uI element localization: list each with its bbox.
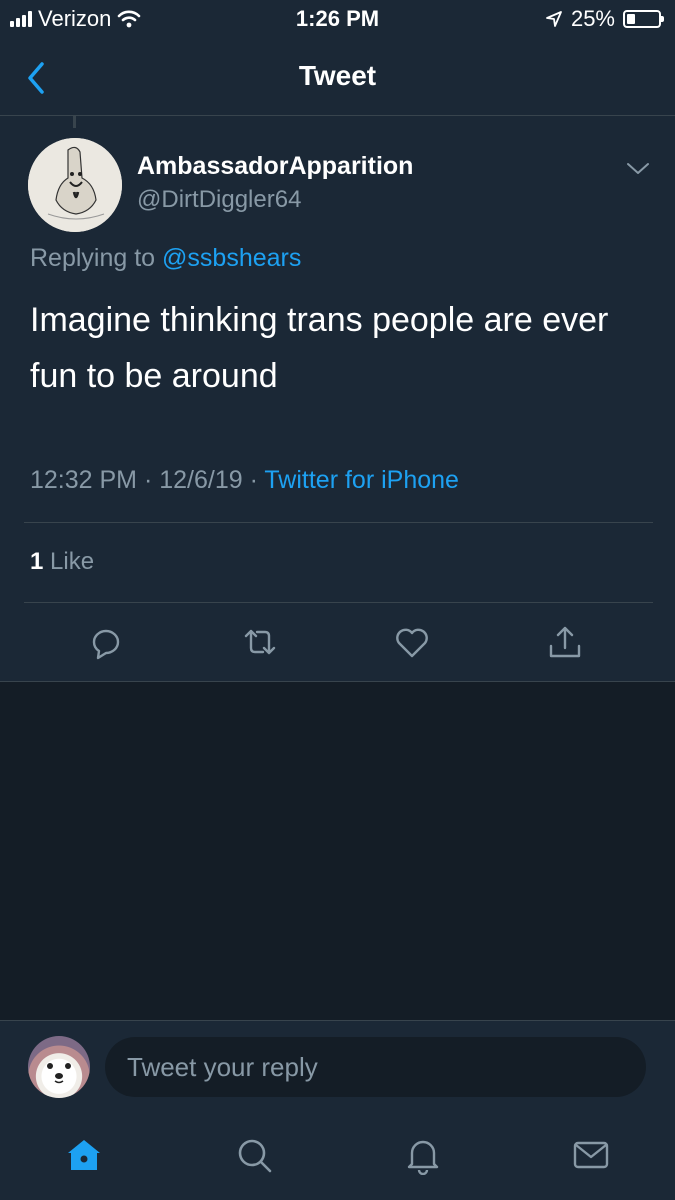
author-handle[interactable]: @DirtDiggler64 (137, 186, 301, 214)
tab-bar (0, 1115, 675, 1200)
tweet-meta: 12:32 PM · 12/6/19 · Twitter for iPhone (30, 466, 459, 495)
current-user-avatar[interactable] (28, 1036, 90, 1098)
battery-percent: 25% (570, 6, 615, 31)
chevron-down-icon[interactable] (625, 160, 651, 178)
reply-icon[interactable] (86, 622, 126, 662)
avatar-sketch-image (28, 138, 122, 232)
retweet-icon[interactable] (240, 622, 280, 662)
like-count-label: Like (43, 548, 95, 575)
messages-icon[interactable] (571, 1135, 611, 1175)
divider (24, 602, 653, 603)
tweet-source-link[interactable]: Twitter for iPhone (264, 466, 459, 494)
share-icon[interactable] (545, 622, 585, 662)
search-icon[interactable] (234, 1135, 274, 1175)
replying-to-link[interactable]: @ssbshears (162, 244, 301, 272)
thread-connector (73, 116, 76, 128)
notifications-icon[interactable] (403, 1135, 443, 1175)
page-title: Tweet (298, 60, 377, 91)
likes-count[interactable]: 1 Like (30, 548, 94, 576)
divider (24, 522, 653, 523)
reply-composer (0, 1020, 675, 1115)
dog-avatar-image (47, 1063, 71, 1084)
replying-to-line: Replying to @ssbshears (30, 244, 301, 273)
tweet-detail: AmbassadorApparition @DirtDiggler64 Repl… (0, 116, 675, 682)
like-icon[interactable] (392, 622, 432, 662)
author-display-name[interactable]: AmbassadorApparition (137, 152, 413, 181)
status-bar: Verizon 1:26 PM 25% (0, 0, 675, 40)
tweet-timestamp: 12:32 PM · 12/6/19 · (30, 466, 265, 494)
nav-bar: Tweet (0, 40, 675, 116)
author-avatar[interactable] (28, 138, 122, 232)
tweet-text: Imagine thinking trans people are ever f… (30, 301, 609, 395)
battery-icon (623, 10, 664, 28)
reply-input[interactable] (105, 1037, 646, 1097)
location-icon (546, 11, 562, 27)
status-right: 25% (545, 6, 664, 32)
home-icon[interactable] (64, 1135, 104, 1175)
replying-prefix: Replying to (30, 244, 163, 272)
like-count-number: 1 (30, 548, 44, 575)
